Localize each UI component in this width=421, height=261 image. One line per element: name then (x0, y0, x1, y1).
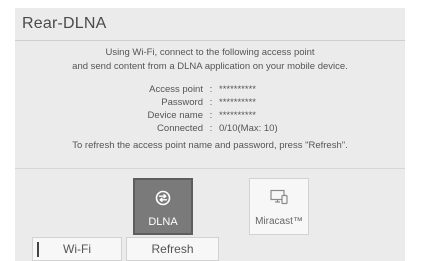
info-separator: : (209, 97, 213, 108)
info-separator: : (209, 84, 213, 95)
refresh-button[interactable]: Refresh (126, 237, 219, 261)
dlna-label: DLNA (148, 216, 178, 228)
rear-dlna-screen: Rear-DLNA Using Wi-Fi, connect to the fo… (15, 8, 405, 261)
info-separator: : (209, 110, 213, 121)
info-row-connected: Connected : 0/10(Max: 10) (95, 122, 278, 135)
section-divider (15, 168, 405, 169)
info-row-device-name: Device name : ********** (95, 109, 278, 122)
access-point-value: ********** (219, 84, 256, 95)
active-tab-indicator (37, 242, 39, 257)
access-point-label: Access point (149, 84, 203, 95)
connected-label: Connected (157, 123, 203, 134)
info-row-access-point: Access point : ********** (95, 83, 278, 96)
tab-wifi-label: Wi-Fi (63, 242, 91, 256)
page-title: Rear-DLNA (22, 15, 107, 32)
info-row-password: Password : ********** (95, 96, 278, 109)
connected-value: 0/10(Max: 10) (219, 123, 278, 134)
refresh-button-label: Refresh (151, 242, 194, 256)
instructions: Using Wi-Fi, connect to the following ac… (15, 46, 405, 73)
instructions-line-1: Using Wi-Fi, connect to the following ac… (105, 47, 315, 58)
dlna-icon (155, 189, 171, 207)
miracast-label: Miracast™ (255, 216, 303, 227)
tab-wifi[interactable]: Wi-Fi (32, 237, 122, 261)
miracast-source-button[interactable]: Miracast™ (249, 178, 309, 235)
device-name-value: ********** (219, 110, 256, 121)
title-divider (15, 40, 405, 41)
device-name-label: Device name (147, 110, 203, 121)
info-separator: : (209, 123, 213, 134)
connection-info: Access point : ********** Password : ***… (95, 83, 278, 135)
dlna-source-button[interactable]: DLNA (133, 178, 193, 235)
password-value: ********** (219, 97, 256, 108)
miracast-icon (269, 188, 289, 206)
refresh-note: To refresh the access point name and pas… (72, 140, 348, 151)
password-label: Password (161, 97, 203, 108)
instructions-line-2: and send content from a DLNA application… (72, 60, 348, 72)
